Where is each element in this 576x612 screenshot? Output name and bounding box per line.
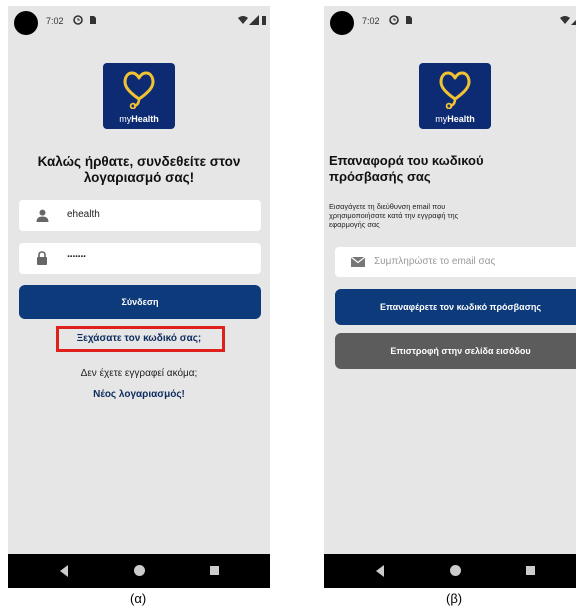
login-button[interactable]: Σύνδεση	[19, 285, 261, 319]
heart-stethoscope-logo	[123, 71, 155, 109]
envelope-icon	[351, 257, 365, 267]
nav-recents-icon[interactable]	[526, 566, 535, 575]
user-icon	[36, 209, 49, 222]
sim-icon	[406, 16, 412, 24]
navigation-bar	[8, 554, 270, 588]
nav-back-icon[interactable]	[60, 565, 68, 577]
brand-name: myHealth	[435, 114, 475, 124]
login-screen: 7:02 myHealth Καλώς ήρθατε, συνδεθείτε σ…	[8, 6, 270, 588]
brand-name: myHealth	[119, 114, 159, 124]
username-field[interactable]: ehealth	[19, 200, 261, 231]
wifi-icon	[238, 16, 248, 24]
sim-icon	[90, 16, 96, 24]
camera-punch-hole	[14, 11, 38, 35]
email-field[interactable]: Συμπληρώστε το email σας	[335, 247, 576, 277]
caption-a: (α)	[130, 591, 147, 606]
myhealth-logo: myHealth	[419, 63, 491, 129]
back-to-login-button[interactable]: Επιστροφή στην σελίδα εισόδου	[335, 333, 576, 369]
new-account-link[interactable]: Νέος λογαριασμός!	[8, 389, 270, 400]
nav-home-icon[interactable]	[450, 565, 461, 576]
reset-title: Επαναφορά του κωδικού πρόσβασής σας	[329, 153, 484, 184]
reset-password-button[interactable]: Επαναφέρετε τον κωδικό πρόσβασης	[335, 289, 576, 325]
camera-punch-hole	[330, 11, 354, 35]
not-registered-text: Δεν έχετε εγγραφεί ακόμα;	[80, 368, 198, 379]
alarm-icon	[389, 15, 399, 25]
nav-back-icon[interactable]	[376, 565, 384, 577]
heart-stethoscope-logo	[439, 71, 471, 109]
username-value: ehealth	[67, 209, 100, 220]
signal-icon	[249, 15, 259, 25]
navigation-bar	[324, 554, 576, 588]
alarm-icon	[73, 15, 83, 25]
password-value: ·······	[67, 251, 87, 263]
battery-icon	[262, 16, 266, 25]
reset-instructions: Εισαγάγετε τη διεύθυνση email που χρησιμ…	[329, 202, 459, 229]
wifi-icon	[560, 16, 570, 24]
forgot-password-link[interactable]: Ξεχάσατε τον κωδικό σας;	[8, 333, 270, 344]
status-bar: 7:02	[324, 6, 576, 40]
lock-icon	[37, 251, 47, 265]
status-time: 7:02	[362, 16, 380, 26]
reset-password-screen: 7:02 myHealth Επαναφορά του κωδικού πρόσ…	[324, 6, 576, 588]
nav-home-icon[interactable]	[134, 565, 145, 576]
email-placeholder: Συμπληρώστε το email σας	[374, 256, 496, 267]
welcome-title: Καλώς ήρθατε, συνδεθείτε στον λογαριασμό…	[37, 154, 241, 185]
caption-b: (β)	[446, 591, 463, 606]
signal-icon	[571, 20, 576, 25]
myhealth-logo: myHealth	[103, 63, 175, 129]
status-time: 7:02	[46, 16, 64, 26]
password-field[interactable]: ·······	[19, 243, 261, 274]
nav-recents-icon[interactable]	[210, 566, 219, 575]
status-bar: 7:02	[8, 6, 270, 40]
